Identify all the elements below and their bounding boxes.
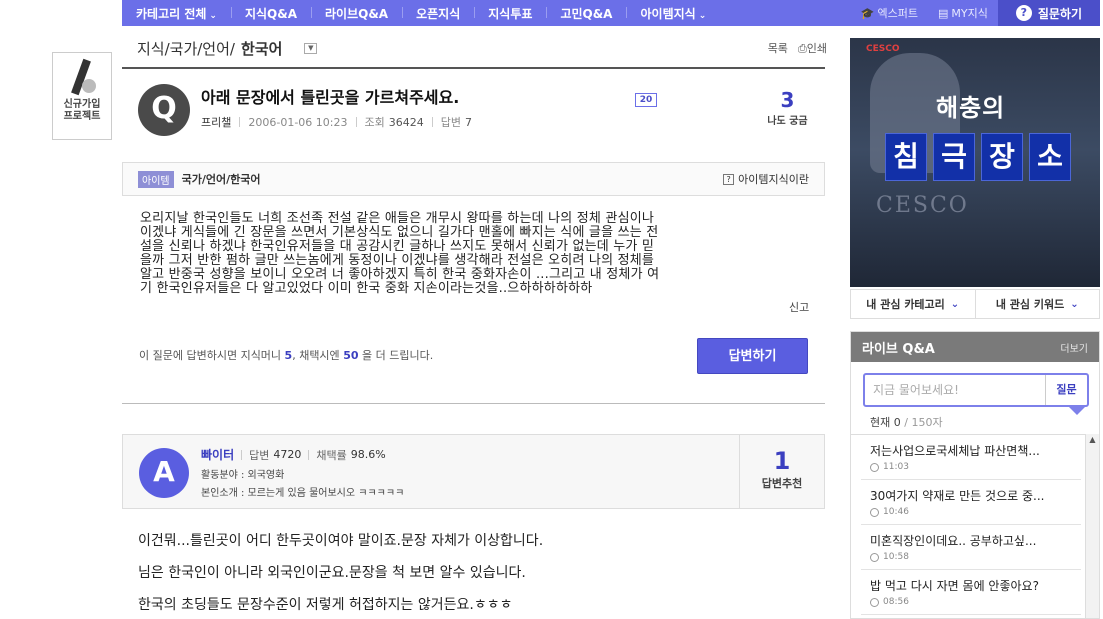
- breadcrumb-current: 한국어: [240, 39, 283, 58]
- list-item[interactable]: 30여가지 약재로 만든 것으로 중... 10:46: [861, 480, 1081, 525]
- clock-icon: [870, 462, 879, 472]
- graduation-cap-icon: 🎓: [860, 6, 875, 20]
- recommend-count: 1: [773, 447, 791, 475]
- views-count: 36424: [388, 115, 424, 129]
- recommend-answer-button[interactable]: 1 답변추천: [739, 435, 824, 508]
- tag-path[interactable]: 국가/언어/한국어: [182, 171, 261, 187]
- divider: [122, 403, 825, 404]
- nav-knowledge-qa[interactable]: 지식Q&A: [230, 5, 311, 22]
- answerer-intro: 본인소개 : 모르는게 있음 물어보시오 ㅋㅋㅋㅋㅋ: [201, 488, 405, 499]
- answer-card: A 빠이터 답변 4720 채택률 98.6% 활동분야 : 외국영화 본인소개 :…: [122, 434, 825, 509]
- list-item[interactable]: 저는사업으로국세체납 파산면책... 11:03: [861, 435, 1081, 480]
- nav-right: 🎓 엑스퍼트 ▤ MY지식 ? 질문하기: [851, 0, 1100, 26]
- clock-icon: [870, 597, 879, 607]
- question-badge-icon: Q: [138, 84, 190, 136]
- answerer-rate: 98.6%: [350, 448, 386, 461]
- question-title: 아래 문장에서 틀린곳을 가르쳐주세요.: [201, 88, 460, 107]
- report-link[interactable]: 신고: [789, 299, 809, 315]
- category-dropdown-icon[interactable]: ▼: [304, 42, 318, 54]
- divider: [122, 67, 825, 69]
- breadcrumb: 지식/국가/언어/ 한국어 ▼ 목록 ⎙인쇄: [137, 37, 827, 59]
- live-qa-header: 라이브 Q&A 더보기: [851, 332, 1099, 362]
- live-qa-ask-button[interactable]: 질문: [1045, 375, 1087, 405]
- nav-open-knowledge[interactable]: 오픈지식: [402, 5, 474, 22]
- answer-body: 이건뭐...틀린곳이 어디 한두곳이여야 말이죠.문장 자체가 이상합니다. 님…: [138, 533, 544, 613]
- expert-link[interactable]: 🎓 엑스퍼트: [851, 5, 928, 21]
- reward-text: 이 질문에 답변하시면 지식머니 5, 채택시엔 50 을 더 드립니다.: [139, 349, 434, 362]
- nav-item-knowledge[interactable]: 아이템지식 ⌄: [626, 5, 720, 22]
- question-icon: ?: [723, 173, 735, 185]
- nav-live-qa[interactable]: 라이브Q&A: [311, 5, 402, 22]
- recommend-label: 답변추천: [761, 477, 803, 490]
- live-qa-title: 라이브 Q&A: [862, 341, 935, 357]
- answers-label: 답변: [440, 116, 461, 129]
- speech-tail: [1069, 407, 1085, 415]
- ad-headline: 해충의: [936, 94, 1006, 122]
- scrollbar[interactable]: ▲: [1085, 434, 1099, 618]
- metoo-label: 나도 궁금: [767, 116, 808, 127]
- answer-badge-icon: A: [139, 448, 189, 498]
- advertisement-banner[interactable]: CESCO 해충의 침 극 장 소 CESCO: [850, 38, 1100, 287]
- document-icon: ▤: [937, 6, 949, 20]
- more-link[interactable]: 더보기: [1060, 340, 1088, 355]
- answers-count: 7: [465, 115, 472, 129]
- nav-worry-qa[interactable]: 고민Q&A: [546, 5, 626, 22]
- breadcrumb-path[interactable]: 지식/국가/언어/: [137, 38, 235, 59]
- question-icon: ?: [1015, 5, 1032, 21]
- item-tag: 아이템: [138, 170, 174, 188]
- views-label: 조회: [364, 116, 385, 129]
- my-interest-category[interactable]: 내 관심 카테고리 ⌄: [851, 290, 975, 318]
- answerer-name[interactable]: 빠이터: [201, 446, 234, 463]
- list-link[interactable]: 목록: [768, 40, 788, 56]
- live-qa-input-wrap: 질문: [863, 373, 1089, 407]
- top-nav: 카테고리 전체 ⌄ 지식Q&A 라이브Q&A 오픈지식 지식투표 고민Q&A 아이…: [122, 0, 1100, 26]
- print-link[interactable]: ⎙인쇄: [798, 40, 827, 56]
- chevron-down-icon: ⌄: [950, 298, 960, 310]
- metoo-count: 3: [780, 88, 795, 112]
- item-knowledge-help[interactable]: ? 아이템지식이란: [723, 171, 809, 187]
- question-author[interactable]: 프리챌: [201, 114, 231, 130]
- nav-knowledge-vote[interactable]: 지식투표: [474, 5, 546, 22]
- print-icon: ⎙: [797, 42, 807, 55]
- live-qa-list: 저는사업으로국세체납 파산면책... 11:03 30여가지 약재로 만든 것으…: [851, 434, 1099, 615]
- live-qa-panel: 라이브 Q&A 더보기 질문 현재 0 / 150자 저는사업으로국세체납 파산…: [850, 331, 1100, 619]
- list-item[interactable]: 미혼직장인이데요.. 공부하고싶... 10:58: [861, 525, 1081, 570]
- answerer-info: 빠이터 답변 4720 채택률 98.6%: [201, 446, 386, 463]
- chevron-down-icon: ⌄: [698, 10, 707, 21]
- question-body: 오리지날 한국인들도 너희 조선족 전설 같은 애들은 개무시 왕따를 하는데 …: [140, 211, 660, 296]
- answer-button[interactable]: 답변하기: [697, 338, 808, 374]
- scroll-up-icon[interactable]: ▲: [1086, 434, 1099, 446]
- reward-badge: 20: [635, 93, 657, 107]
- chevron-down-icon: ⌄: [1070, 298, 1079, 310]
- live-qa-input[interactable]: [865, 375, 1045, 405]
- list-item[interactable]: 밥 먹고 다시 자면 몸에 안좋아요? 08:56: [861, 570, 1081, 615]
- interest-bar: 내 관심 카테고리 ⌄ 내 관심 키워드 ⌄: [850, 289, 1100, 319]
- ask-question-button[interactable]: ? 질문하기: [997, 0, 1100, 26]
- ad-brand: CESCO: [866, 44, 900, 54]
- pen-ball-icon: [67, 58, 97, 97]
- ad-logo: CESCO: [876, 193, 969, 218]
- my-knowledge-link[interactable]: ▤ MY지식: [928, 5, 998, 21]
- char-count: 현재 0 / 150자: [870, 416, 943, 429]
- my-interest-keyword[interactable]: 내 관심 키워드 ⌄: [974, 290, 1100, 318]
- answerer-answer-count: 4720: [273, 448, 302, 461]
- answerer-field: 활동분야 : 외국영화: [201, 470, 285, 481]
- clock-icon: [870, 552, 879, 562]
- ad-tiles: 침 극 장 소: [885, 133, 1071, 181]
- clock-icon: [870, 507, 879, 517]
- item-tag-bar: 아이템 국가/언어/한국어 ? 아이템지식이란: [122, 162, 825, 196]
- signup-project-banner[interactable]: 신규가입 프로젝트: [52, 52, 112, 140]
- chevron-down-icon: ⌄: [209, 10, 217, 21]
- question-meta: 프리챌 2006-01-06 10:23 조회 36424 답변 7: [201, 114, 472, 130]
- metoo-button[interactable]: 3 나도 궁금: [760, 88, 815, 127]
- question-date: 2006-01-06 10:23: [248, 115, 348, 129]
- nav-category-all[interactable]: 카테고리 전체 ⌄: [122, 5, 231, 22]
